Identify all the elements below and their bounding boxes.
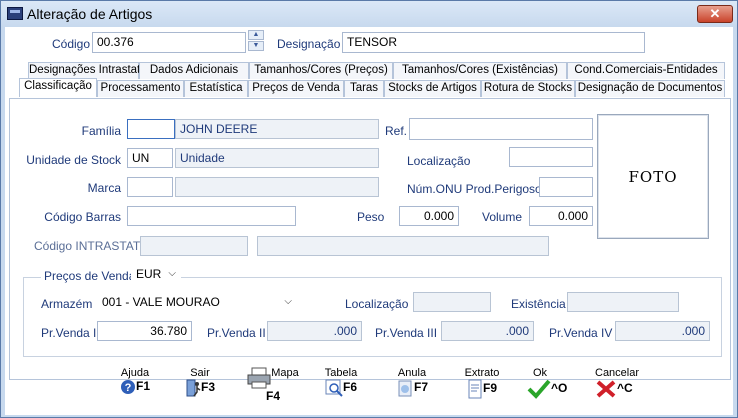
peso-field[interactable]: 0.000: [399, 206, 459, 226]
extrato-button[interactable]: Extrato F9: [457, 367, 507, 399]
close-button[interactable]: ✕: [697, 5, 733, 23]
pv3-field[interactable]: .000: [441, 321, 534, 341]
marca-code-field[interactable]: [127, 177, 173, 197]
intrastat-desc-field: [257, 236, 549, 256]
help-icon: ?: [120, 380, 135, 394]
tab-processamento[interactable]: Processamento: [97, 80, 184, 97]
codigo-spinner[interactable]: ▲ ▼: [248, 30, 266, 52]
exit-icon: [186, 379, 201, 397]
ref-label: Ref.: [385, 124, 408, 138]
existencia-label: Existência: [511, 297, 566, 311]
precos-venda-label: Preços de Venda: [41, 269, 139, 283]
existencia-field: [567, 292, 679, 312]
sair-button[interactable]: Sair F3: [177, 367, 223, 397]
localizacao-label: Localização: [407, 154, 471, 168]
armazem-label: Armazém: [41, 297, 93, 311]
spin-down-icon[interactable]: ▼: [248, 41, 264, 51]
unidade-desc-field: Unidade: [175, 148, 379, 168]
unidade-label: Unidade de Stock: [26, 153, 121, 167]
tab-taras[interactable]: Taras: [344, 80, 384, 97]
volume-label: Volume: [482, 210, 523, 224]
armazem-localizacao-label: Localização: [345, 297, 409, 311]
onu-field[interactable]: [539, 177, 593, 197]
svg-text:?: ?: [125, 382, 132, 394]
peso-label: Peso: [357, 210, 385, 224]
app-icon: [7, 7, 23, 20]
codigo-label: Código: [52, 37, 91, 51]
foto-label: FOTO: [628, 168, 678, 186]
tab-tamanhos-precos[interactable]: Tamanhos/Cores (Preços): [249, 62, 393, 79]
ref-field[interactable]: [409, 118, 593, 140]
designacao-field[interactable]: TENSOR: [342, 32, 645, 53]
familia-label: Família: [81, 124, 121, 138]
tabs-row-bottom: Classificação Processamento Estatística …: [9, 78, 731, 97]
codigo-field[interactable]: 00.376: [92, 32, 246, 53]
tab-rotura-stocks[interactable]: Rotura de Stocks: [481, 80, 575, 97]
client-area: Código 00.376 ▲ ▼ Designação TENSOR Desi…: [5, 27, 733, 415]
ok-button[interactable]: Ok ^O: [527, 367, 575, 399]
x-icon: [596, 380, 616, 398]
onu-label: Núm.ONU Prod.Perigosos: [407, 182, 548, 196]
spin-up-icon[interactable]: ▲: [248, 30, 264, 40]
pv1-label: Pr.Venda I: [41, 326, 97, 340]
volume-field[interactable]: 0.000: [529, 206, 593, 226]
armazem-localizacao-field: [413, 292, 491, 312]
chevron-down-icon: ⌵: [284, 296, 292, 307]
chevron-down-icon: ⌵: [168, 268, 176, 279]
tab-designacoes-intrastat[interactable]: Designações Intrastat: [28, 62, 140, 79]
window: Alteração de Artigos ✕ Código 00.376 ▲ ▼…: [0, 0, 738, 418]
table-search-icon: [325, 379, 343, 397]
close-icon: ✕: [709, 6, 721, 21]
precos-venda-group: [23, 277, 722, 357]
familia-desc-field: JOHN DEERE: [175, 119, 379, 139]
tab-precos-venda[interactable]: Preços de Venda: [248, 80, 344, 97]
marca-label: Marca: [87, 181, 121, 195]
localizacao-field[interactable]: [509, 147, 593, 167]
pv4-field[interactable]: .000: [615, 321, 710, 341]
ajuda-button[interactable]: Ajuda ? F1: [113, 367, 157, 395]
unidade-code-field[interactable]: UN: [127, 148, 173, 168]
pv3-label: Pr.Venda III: [375, 326, 438, 340]
marca-desc-field: [175, 177, 379, 197]
window-title: Alteração de Artigos: [27, 6, 153, 22]
title-bar: Alteração de Artigos ✕: [1, 1, 737, 27]
tabela-button[interactable]: Tabela F6: [317, 367, 365, 397]
pv1-field[interactable]: 36.780: [97, 321, 192, 341]
check-icon: [527, 379, 551, 399]
pv2-label: Pr.Venda II: [207, 326, 266, 340]
printer-icon: [247, 367, 271, 389]
tab-cond-comerciais[interactable]: Cond.Comerciais-Entidades: [567, 62, 725, 79]
tab-dados-adicionais[interactable]: Dados Adicionais: [139, 62, 249, 79]
cancel-doc-icon: [398, 380, 412, 397]
armazem-select[interactable]: 001 - VALE MOURAO ⌵: [97, 292, 297, 312]
intrastat-code-field: [140, 236, 248, 256]
pv2-field[interactable]: .000: [267, 321, 362, 341]
tab-designacao-documentos[interactable]: Designação de Documentos: [575, 80, 725, 97]
pv4-label: Pr.Venda IV: [549, 326, 613, 340]
tab-estatistica[interactable]: Estatística: [184, 80, 248, 97]
tab-classificacao[interactable]: Classificação: [19, 78, 97, 97]
intrastat-label: Código INTRASTAT: [34, 239, 141, 253]
mapa-button[interactable]: MapaF4: [245, 367, 301, 403]
familia-code-field[interactable]: [127, 119, 175, 139]
tab-stocks-artigos[interactable]: Stocks de Artigos: [384, 80, 481, 97]
cancelar-button[interactable]: Cancelar ^C: [595, 367, 651, 399]
foto-box[interactable]: FOTO: [597, 114, 709, 239]
designacao-label: Designação: [277, 37, 341, 51]
anula-button[interactable]: Anula F7: [389, 367, 435, 397]
codigo-barras-label: Código Barras: [44, 210, 121, 224]
statement-icon: [468, 379, 482, 399]
codigo-barras-field[interactable]: [127, 206, 296, 226]
tab-tamanhos-existencias[interactable]: Tamanhos/Cores (Existências): [393, 62, 567, 79]
currency-select[interactable]: EUR ⌵: [131, 264, 181, 284]
tabs-row-top: Designações Intrastat Dados Adicionais T…: [9, 62, 731, 79]
